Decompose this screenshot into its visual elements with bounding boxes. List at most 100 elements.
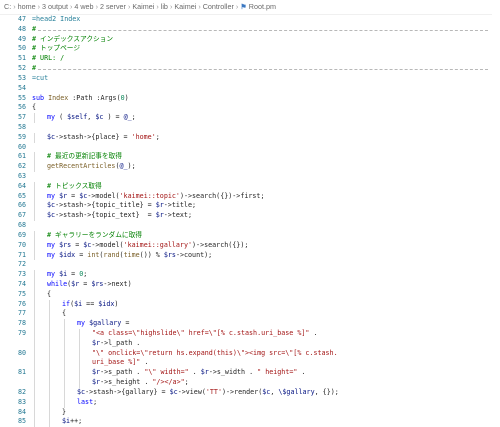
code-token: :Path :Args( [68, 94, 120, 102]
code-token: "/></a>" [152, 378, 184, 386]
code-line[interactable]: 76if($i == $idx) [0, 300, 500, 310]
code-line[interactable]: 82$c->stash->{gallary} = $c->view('TT')-… [0, 388, 500, 398]
line-number: 78 [0, 319, 32, 329]
code-line[interactable]: 66$c->stash->{topic_title} = $r->title; [0, 201, 500, 211]
code-line[interactable]: 57my ( $self, $c ) = @_; [0, 113, 500, 123]
code-text: uri_base %]" . [32, 358, 500, 368]
code-line[interactable]: 78my $gallary = [0, 319, 500, 329]
code-text: $c->stash->{place} = 'home'; [32, 133, 500, 143]
editor-scrollbar[interactable] [492, 14, 500, 402]
line-number: 75 [0, 290, 32, 300]
code-line[interactable]: 74while($r = $rs->next) [0, 280, 500, 290]
code-token: . [140, 358, 148, 366]
code-line[interactable]: 55sub Index :Path :Args(0) [0, 94, 500, 104]
code-text [32, 221, 500, 231]
code-token: my [77, 319, 85, 327]
code-line[interactable]: $r->s_height . "/></a>"; [0, 378, 500, 388]
code-line[interactable]: 67$c->stash->{topic_text} = $r->text; [0, 211, 500, 221]
code-token: ->stash->{topic_title} = [55, 201, 156, 209]
code-line[interactable]: 75{ [0, 290, 500, 300]
code-line[interactable]: 85$i++; [0, 417, 500, 427]
comment-divider [38, 69, 488, 70]
code-line[interactable]: 59$c->stash->{place} = 'home'; [0, 133, 500, 143]
indent-guide [34, 231, 35, 241]
indent-guide [34, 211, 35, 221]
code-token: $i [62, 417, 70, 425]
code-line[interactable]: 61# 最近の更新記事を取得 [0, 152, 500, 162]
line-number: 80 [0, 349, 32, 359]
indent-guide [34, 270, 35, 280]
line-number: 84 [0, 408, 32, 418]
breadcrumb-item[interactable]: home [18, 2, 36, 11]
code-line[interactable]: 79"<a class=\"highslide\" href=\"[% c.st… [0, 329, 500, 339]
code-line[interactable]: 49# インデックスアクション [0, 35, 500, 45]
code-token: rand [103, 251, 119, 259]
breadcrumb-item[interactable]: Controller [203, 2, 234, 11]
code-line[interactable]: 69# ギャラリーをランダムに取得 [0, 231, 500, 241]
breadcrumb-item[interactable]: Kaimei [174, 2, 196, 11]
breadcrumb-file[interactable]: Root.pm [249, 2, 276, 11]
code-text: sub Index :Path :Args(0) [32, 94, 500, 104]
code-token: $idx [59, 251, 75, 259]
code-token: ( [55, 113, 67, 121]
code-token: $i [59, 270, 67, 278]
code-line[interactable]: 81$r->s_path . "\" width=" . $r->s_width… [0, 368, 500, 378]
indent-guide [49, 388, 50, 398]
code-line[interactable]: 53=cut [0, 74, 500, 84]
breadcrumb-item[interactable]: 4 web [74, 2, 93, 11]
breadcrumb-item[interactable]: 2 server [100, 2, 126, 11]
code-token: ; [132, 113, 136, 121]
code-token: # URL: / [32, 54, 64, 62]
code-text: while($r = $rs->next) [32, 280, 500, 290]
code-line[interactable]: 58 [0, 123, 500, 133]
indent-guide [64, 319, 65, 329]
chevron-right-icon: › [128, 2, 130, 11]
breadcrumb-item[interactable]: 3 output [42, 2, 68, 11]
code-line[interactable]: 51# URL: / [0, 54, 500, 64]
code-token: $self [67, 113, 87, 121]
code-line[interactable]: 71my $idx = int(rand(time()) % $rs->coun… [0, 251, 500, 261]
code-token: = [71, 241, 83, 249]
code-text [32, 260, 500, 270]
line-number: 67 [0, 211, 32, 221]
breadcrumb-item[interactable]: Kaimei [132, 2, 154, 11]
code-line[interactable]: 64# トピックス取得 [0, 182, 500, 192]
code-line[interactable]: 63 [0, 172, 500, 182]
line-number: 53 [0, 74, 32, 84]
line-number: 71 [0, 251, 32, 261]
code-token: # トップページ [32, 44, 80, 52]
code-line[interactable]: 84} [0, 408, 500, 418]
code-text: my $rs = $c->model('kaimei::gallary')->s… [32, 241, 500, 251]
code-line[interactable]: 50# トップページ [0, 44, 500, 54]
code-line[interactable]: 52# [0, 64, 500, 74]
code-token: 'home' [132, 133, 156, 141]
code-line[interactable]: 54 [0, 84, 500, 94]
code-token: $c [170, 388, 178, 396]
code-line[interactable]: 68 [0, 221, 500, 231]
line-number: 83 [0, 398, 32, 408]
indent-guide [79, 339, 80, 349]
code-line[interactable]: 60 [0, 143, 500, 153]
code-token: ->text; [164, 211, 192, 219]
code-token: =cut [32, 74, 48, 82]
code-token: @_ [119, 162, 127, 170]
code-token: $c [47, 211, 55, 219]
indent-guide [34, 113, 35, 123]
code-token: )->search({})->first; [180, 192, 265, 200]
code-editor[interactable]: 47=head2 Index48#49# インデックスアクション50# トップペ… [0, 15, 500, 427]
code-line[interactable]: 48# [0, 25, 500, 35]
code-line[interactable]: uri_base %]" . [0, 358, 500, 368]
code-line[interactable]: 47=head2 Index [0, 15, 500, 25]
breadcrumb-item[interactable]: C: [4, 2, 11, 11]
code-line[interactable]: $r->l_path . [0, 339, 500, 349]
code-line[interactable]: 56{ [0, 103, 500, 113]
code-line[interactable]: 70my $rs = $c->model('kaimei::gallary')-… [0, 241, 500, 251]
code-line[interactable]: 65my $r = $c->model('kaimei::topic')->se… [0, 192, 500, 202]
code-line[interactable]: 83last; [0, 398, 500, 408]
breadcrumb-item[interactable]: lib [161, 2, 168, 11]
code-line[interactable]: 80"\" onclick=\"return hs.expand(this)\"… [0, 349, 500, 359]
code-line[interactable]: 72 [0, 260, 500, 270]
code-line[interactable]: 73my $i = 0; [0, 270, 500, 280]
code-line[interactable]: 62getRecentArticles(@_); [0, 162, 500, 172]
code-line[interactable]: 77{ [0, 309, 500, 319]
